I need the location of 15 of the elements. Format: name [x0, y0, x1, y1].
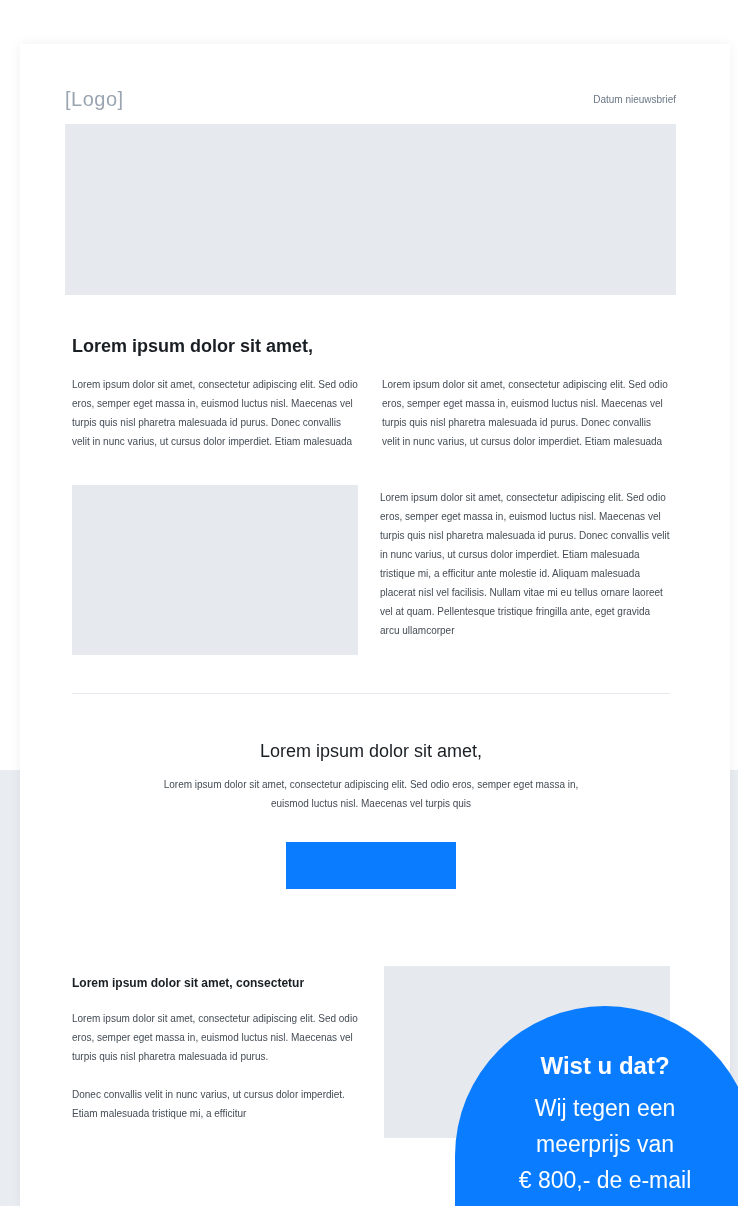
date-label: Datum nieuwsbrief — [593, 92, 676, 107]
body-text: Lorem ipsum dolor sit amet, consectetur adipiscing elit. Sed odio eros, semper eget massa in, euismod luctus nisl. Maecenas vel turpis quis nisl pharetra malesuada id purus. Donec convallis velit in nunc varius, ut cursus dolor imperdiet. Etiam malesuada — [382, 378, 669, 449]
section-title: Lorem ipsum dolor sit amet, — [72, 335, 315, 358]
article-title: Lorem ipsum dolor sit amet, consectetur — [72, 975, 306, 992]
bubble-text: Wij tegen een — [534, 1094, 676, 1123]
bubble-title: Wist u dat? — [540, 1051, 670, 1081]
body-text: Lorem ipsum dolor sit amet, consectetur adipiscing elit. Sed odio eros, semper eget massa in, euismod luctus nisl. Maecenas vel turpis quis nisl pharetra malesuada id purus. Donec convallis velit in nunc varius, ut cursus dolor imperdiet. Etiam malesuada — [72, 378, 359, 449]
bubble-text: € 800,- de e-mail — [518, 1166, 692, 1195]
bubble-text: meerprijs van — [535, 1130, 674, 1159]
body-text: Lorem ipsum dolor sit amet, consectetur adipiscing elit. Sed odio eros, semper eget massa in, euismod luctus nisl. Maecenas vel turpis quis nisl pharetra malesuada id purus. — [72, 1012, 359, 1064]
logo: [Logo] — [65, 87, 124, 112]
section-title: Lorem ipsum dolor sit amet, — [258, 740, 484, 763]
body-text: Lorem ipsum dolor sit amet, consectetur adipiscing elit. Sed odio eros, semper eget massa in, euismod luctus nisl. Maecenas vel turpis quis — [162, 778, 580, 811]
body-text: Lorem ipsum dolor sit amet, consectetur adipiscing elit. Sed odio eros, semper eget massa in, euismod luctus nisl. Maecenas vel turpis quis nisl pharetra malesuada id purus. Donec convallis velit in nunc varius, ut cursus dolor imperdiet. Etiam malesuada tristique mi, a efficitur ante molestie id. Aliquam malesuada placerat nisl vel facilisis. Nullam vitae mi eu tellus ornare laoreet vel at quam. Pellentesque tristique fringilla ante, eget gravida arcu ullamcorper — [380, 491, 670, 638]
body-text: Donec convallis velit in nunc varius, ut cursus dolor imperdiet. Etiam malesuada tristique mi, a efficitur — [72, 1088, 346, 1121]
